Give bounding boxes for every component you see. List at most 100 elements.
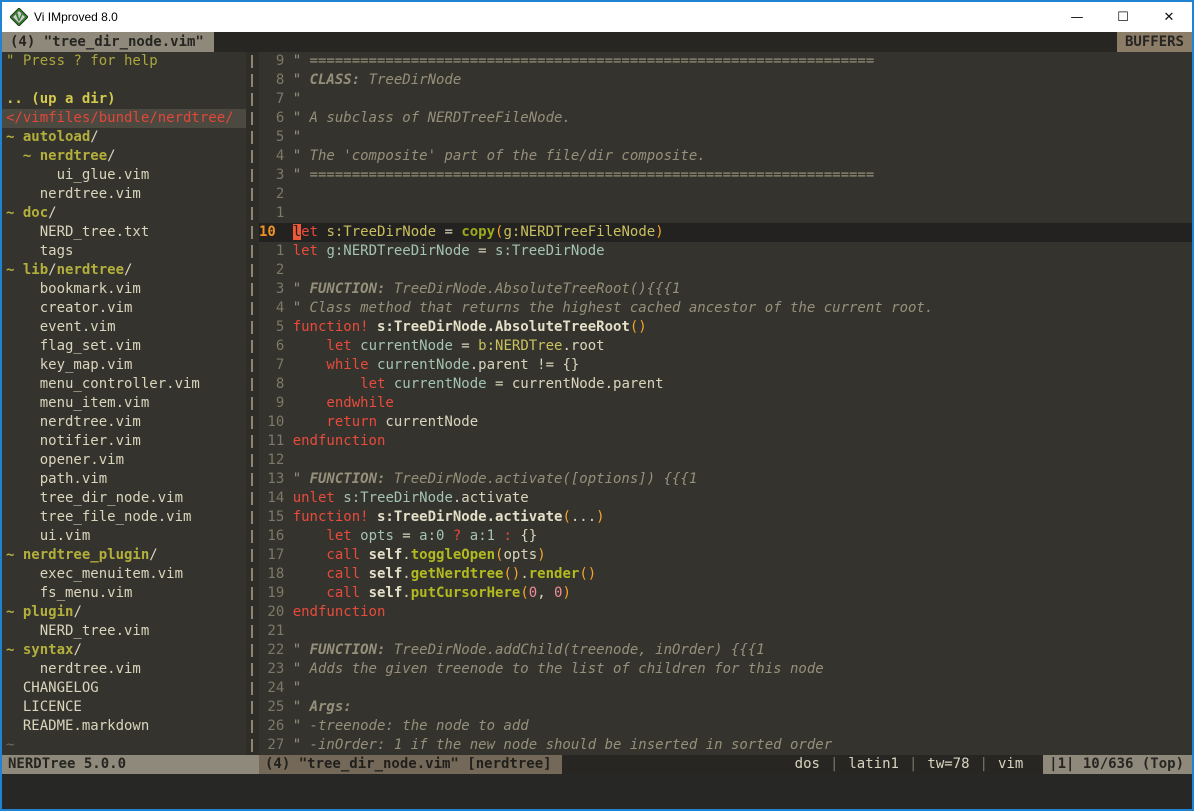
code-line[interactable]: 3" FUNCTION: TreeDirNode.AbsoluteTreeRoo…: [259, 280, 1192, 299]
tree-item[interactable]: event.vim: [2, 318, 246, 337]
code-line[interactable]: 15function! s:TreeDirNode.activate(...): [259, 508, 1192, 527]
line-number: 4: [259, 147, 284, 166]
code-line[interactable]: 2: [259, 185, 1192, 204]
code-line[interactable]: 6" A subclass of NERDTreeFileNode.: [259, 109, 1192, 128]
code-line[interactable]: 27" -inOrder: 1 if the new node should b…: [259, 736, 1192, 755]
statusline-fileformat: dos: [794, 755, 821, 774]
tree-item[interactable]: menu_controller.vim: [2, 375, 246, 394]
tree-item[interactable]: ~ nerdtree/: [2, 147, 246, 166]
maximize-button[interactable]: ☐: [1100, 2, 1146, 32]
tree-item[interactable]: ~ doc/: [2, 204, 246, 223]
tree-item[interactable]: ~ syntax/: [2, 641, 246, 660]
line-number: 22: [259, 641, 284, 660]
window-split-separator[interactable]: [246, 52, 259, 755]
tree-item[interactable]: fs_menu.vim: [2, 584, 246, 603]
code-line[interactable]: 3" =====================================…: [259, 166, 1192, 185]
code-line[interactable]: 11endfunction: [259, 432, 1192, 451]
line-number: 7: [259, 90, 284, 109]
tree-item[interactable]: NERD_tree.txt: [2, 223, 246, 242]
tree-item[interactable]: nerdtree.vim: [2, 185, 246, 204]
tree-item[interactable]: opener.vim: [2, 451, 246, 470]
tree-item[interactable]: tree_dir_node.vim: [2, 489, 246, 508]
status-line: NERDTree 5.0.0 (4) "tree_dir_node.vim" […: [2, 755, 1192, 774]
tree-item[interactable]: bookmark.vim: [2, 280, 246, 299]
tree-item[interactable]: ui.vim: [2, 527, 246, 546]
tree-item[interactable]: [2, 71, 246, 90]
tree-item[interactable]: " Press ? for help: [2, 52, 246, 71]
code-line[interactable]: 16 let opts = a:0 ? a:1 : {}: [259, 527, 1192, 546]
tree-item[interactable]: flag_set.vim: [2, 337, 246, 356]
tree-item[interactable]: tree_file_node.vim: [2, 508, 246, 527]
tree-item[interactable]: CHANGELOG: [2, 679, 246, 698]
code-line[interactable]: 7 while currentNode.parent != {}: [259, 356, 1192, 375]
minimize-button[interactable]: —: [1054, 2, 1100, 32]
code-line[interactable]: 6 let currentNode = b:NERDTree.root: [259, 337, 1192, 356]
buffers-label[interactable]: BUFFERS: [1117, 32, 1192, 52]
tree-item[interactable]: ui_glue.vim: [2, 166, 246, 185]
tree-item[interactable]: exec_menuitem.vim: [2, 565, 246, 584]
statusline-filetype: vim: [997, 755, 1024, 774]
code-line[interactable]: 4" The 'composite' part of the file/dir …: [259, 147, 1192, 166]
code-line[interactable]: 9 endwhile: [259, 394, 1192, 413]
tree-root-item[interactable]: </vimfiles/bundle/nerdtree/: [2, 109, 246, 128]
code-line[interactable]: 5": [259, 128, 1192, 147]
tab-line: (4) "tree_dir_node.vim" BUFFERS: [2, 32, 1192, 52]
code-line[interactable]: 9" =====================================…: [259, 52, 1192, 71]
tree-item[interactable]: ~ autoload/: [2, 128, 246, 147]
tree-item[interactable]: path.vim: [2, 470, 246, 489]
tree-item[interactable]: nerdtree.vim: [2, 413, 246, 432]
code-line[interactable]: 13" FUNCTION: TreeDirNode.activate([opti…: [259, 470, 1192, 489]
code-line[interactable]: 18 call self.getNerdtree().render(): [259, 565, 1192, 584]
gvim-window: Vi IMproved 8.0 — ☐ ✕ (4) "tree_dir_node…: [0, 0, 1194, 811]
code-line[interactable]: 1: [259, 204, 1192, 223]
line-number: 16: [259, 527, 284, 546]
tree-item[interactable]: nerdtree.vim: [2, 660, 246, 679]
code-line[interactable]: 5function! s:TreeDirNode.AbsoluteTreeRoo…: [259, 318, 1192, 337]
line-number: 8: [259, 375, 284, 394]
line-number: 6: [259, 337, 284, 356]
tree-item[interactable]: NERD_tree.vim: [2, 622, 246, 641]
vim-icon: [10, 8, 28, 26]
statusline-separator: |: [821, 755, 847, 774]
tab-tree-dir-node[interactable]: (4) "tree_dir_node.vim": [2, 32, 214, 52]
tree-item[interactable]: ~ lib/nerdtree/: [2, 261, 246, 280]
code-line[interactable]: 23" Adds the given treenode to the list …: [259, 660, 1192, 679]
tree-item[interactable]: LICENCE: [2, 698, 246, 717]
code-line[interactable]: 7": [259, 90, 1192, 109]
code-line[interactable]: 14unlet s:TreeDirNode.activate: [259, 489, 1192, 508]
tree-item[interactable]: README.markdown: [2, 717, 246, 736]
tree-item[interactable]: tags: [2, 242, 246, 261]
line-number: 10: [259, 413, 284, 432]
tree-item[interactable]: ~ nerdtree_plugin/: [2, 546, 246, 565]
code-line[interactable]: 22" FUNCTION: TreeDirNode.addChild(treen…: [259, 641, 1192, 660]
line-number: 26: [259, 717, 284, 736]
tree-item[interactable]: notifier.vim: [2, 432, 246, 451]
tree-item[interactable]: ~: [2, 736, 246, 755]
code-line[interactable]: 26" -treenode: the node to add: [259, 717, 1192, 736]
code-line[interactable]: 17 call self.toggleOpen(opts): [259, 546, 1192, 565]
tree-item[interactable]: creator.vim: [2, 299, 246, 318]
code-line[interactable]: 25" Args:: [259, 698, 1192, 717]
code-line[interactable]: 4" Class method that returns the highest…: [259, 299, 1192, 318]
code-line[interactable]: 2: [259, 261, 1192, 280]
tree-item[interactable]: .. (up a dir): [2, 90, 246, 109]
code-line[interactable]: 24": [259, 679, 1192, 698]
command-line[interactable]: [2, 774, 1192, 809]
code-line[interactable]: 19 call self.putCursorHere(0, 0): [259, 584, 1192, 603]
close-button[interactable]: ✕: [1146, 2, 1192, 32]
tree-item[interactable]: ~ plugin/: [2, 603, 246, 622]
line-number: 20: [259, 603, 284, 622]
code-line[interactable]: 21: [259, 622, 1192, 641]
code-line-cursor[interactable]: 10let s:TreeDirNode = copy(g:NERDTreeFil…: [259, 223, 1192, 242]
code-line[interactable]: 1let g:NERDTreeDirNode = s:TreeDirNode: [259, 242, 1192, 261]
code-line[interactable]: 8 let currentNode = currentNode.parent: [259, 375, 1192, 394]
code-line[interactable]: 10 return currentNode: [259, 413, 1192, 432]
tree-item[interactable]: menu_item.vim: [2, 394, 246, 413]
line-number: 4: [259, 299, 284, 318]
code-line[interactable]: 8" CLASS: TreeDirNode: [259, 71, 1192, 90]
line-number: 7: [259, 356, 284, 375]
tree-item[interactable]: key_map.vim: [2, 356, 246, 375]
code-line[interactable]: 20endfunction: [259, 603, 1192, 622]
code-line[interactable]: 12: [259, 451, 1192, 470]
statusline-separator: |: [971, 755, 997, 774]
